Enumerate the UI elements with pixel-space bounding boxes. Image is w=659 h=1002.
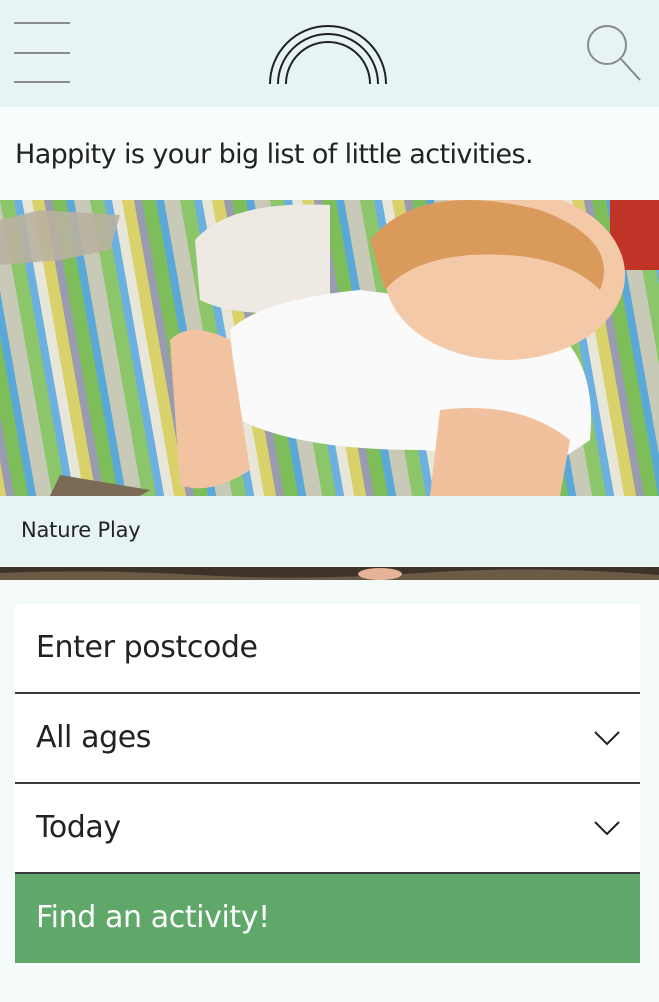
search-icon[interactable] bbox=[584, 22, 644, 84]
age-select-value: All ages bbox=[36, 720, 152, 755]
chevron-down-icon bbox=[594, 821, 620, 836]
age-select[interactable]: All ages bbox=[15, 694, 640, 784]
date-select[interactable]: Today bbox=[15, 784, 640, 872]
postcode-field[interactable]: Enter postcode bbox=[15, 604, 640, 694]
site-header bbox=[0, 0, 659, 107]
rainbow-logo[interactable] bbox=[266, 22, 390, 86]
find-activity-button-label: Find an activity! bbox=[36, 900, 270, 935]
tagline-text: Happity is your big list of little activ… bbox=[15, 139, 534, 170]
hero-caption[interactable]: Nature Play bbox=[0, 496, 659, 566]
activity-search-form: Enter postcode All ages Today Find an ac… bbox=[15, 604, 640, 963]
photo-strip bbox=[0, 566, 659, 580]
hamburger-menu-icon[interactable] bbox=[14, 22, 70, 84]
baby-on-blanket-photo bbox=[0, 200, 659, 496]
hero-image[interactable] bbox=[0, 200, 659, 496]
chevron-down-icon bbox=[594, 731, 620, 746]
postcode-placeholder: Enter postcode bbox=[36, 630, 258, 665]
find-activity-button[interactable]: Find an activity! bbox=[15, 874, 640, 963]
date-select-value: Today bbox=[36, 810, 121, 845]
hero-caption-text: Nature Play bbox=[21, 518, 141, 542]
tagline-section: Happity is your big list of little activ… bbox=[0, 107, 659, 200]
